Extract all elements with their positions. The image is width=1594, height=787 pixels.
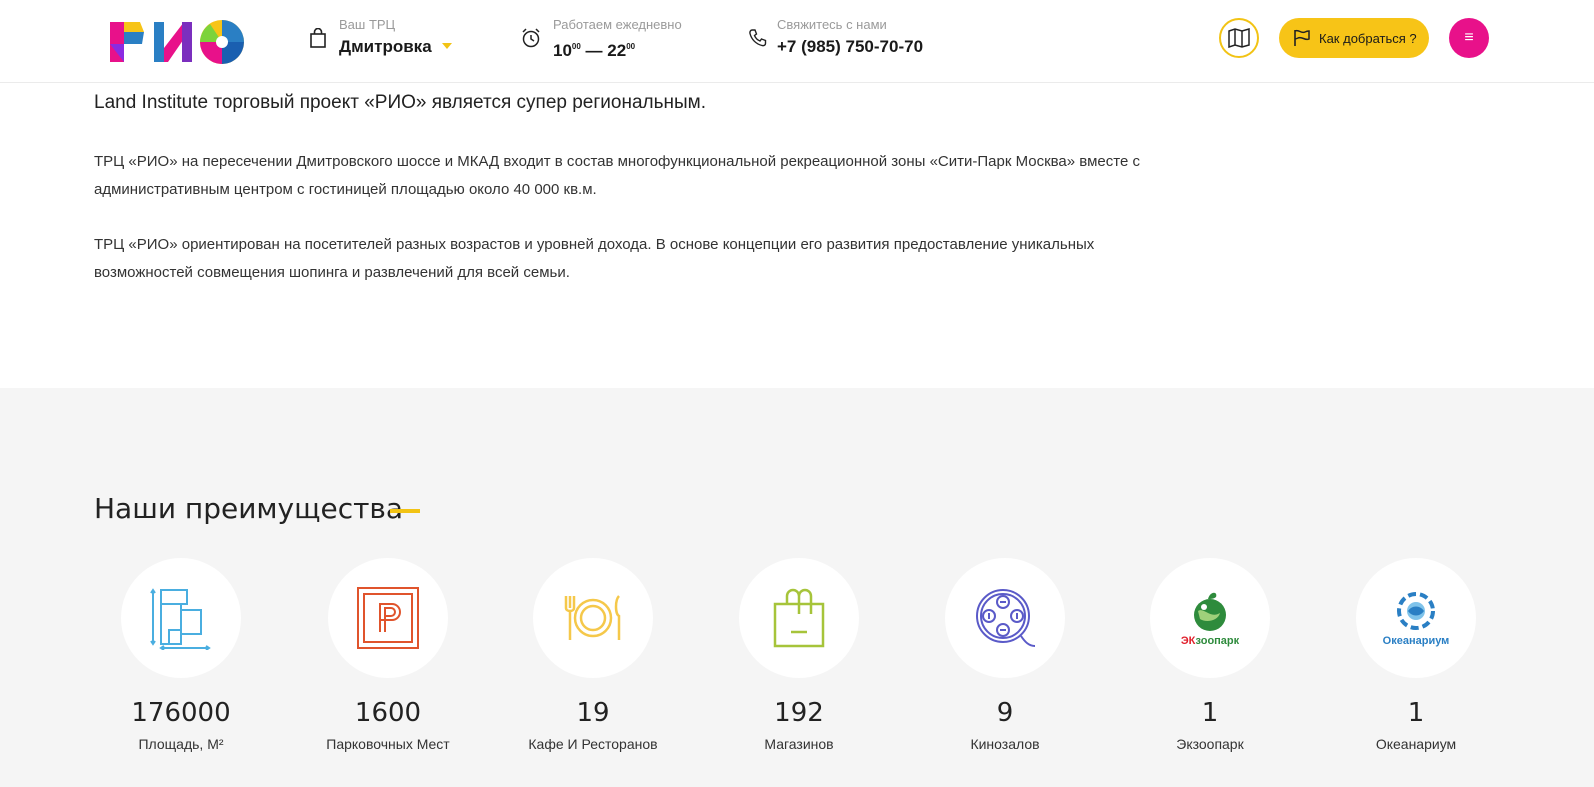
globe-animals-icon bbox=[1194, 592, 1226, 631]
stat-area: 176000 Площадь, М² bbox=[81, 558, 281, 752]
stat-label: Площадь, М² bbox=[138, 736, 224, 752]
stat-value: 1 bbox=[1407, 698, 1425, 728]
directions-button[interactable]: Как добраться ? bbox=[1279, 18, 1429, 58]
paragraph-2: ТРЦ «РИО» ориентирован на посетителей ра… bbox=[94, 236, 1095, 281]
stat-label: Океанариум bbox=[1375, 736, 1457, 752]
shopping-bag-icon bbox=[310, 28, 326, 48]
stat-value: 1600 bbox=[354, 698, 422, 728]
mall-name: Дмитровка bbox=[339, 37, 432, 56]
stat-ekzoopark: ЭКзоопарк 1 Экзоопарк bbox=[1110, 558, 1310, 752]
alarm-clock-icon bbox=[522, 28, 540, 48]
stat-label: Кинозалов bbox=[970, 736, 1040, 752]
hours-label: Работаем ежедневно bbox=[553, 17, 682, 32]
stat-label: Парковочных Мест bbox=[326, 736, 450, 752]
stat-cinemas: 9 Кинозалов bbox=[905, 558, 1105, 752]
title-accent-dash bbox=[390, 509, 420, 513]
stat-label: Магазинов bbox=[764, 736, 834, 752]
phone-number[interactable]: +7 (985) 750-70-70 bbox=[777, 34, 923, 60]
rio-logo[interactable] bbox=[110, 18, 246, 66]
parking-icon bbox=[357, 587, 419, 649]
map-icon bbox=[1228, 28, 1250, 48]
stat-oceanarium: Океанариум 1 Океанариум bbox=[1316, 558, 1516, 752]
map-button[interactable] bbox=[1219, 18, 1259, 58]
advantages-section: Наши преимущества 176000 Площадь, М² 160… bbox=[0, 388, 1594, 787]
area-plan-icon bbox=[150, 588, 211, 650]
flag-icon bbox=[1294, 29, 1310, 46]
hours-value: 1000 — 2200 bbox=[553, 41, 636, 60]
stat-cafes: 19 Кафе И Ресторанов bbox=[493, 558, 693, 752]
phone-icon bbox=[749, 29, 767, 47]
working-hours: Работаем ежедневно 1000 — 2200 bbox=[553, 16, 682, 64]
chevron-down-icon bbox=[441, 42, 452, 49]
site-header: Ваш ТРЦ Дмитровка Работаем ежедневно 100… bbox=[0, 0, 1594, 83]
contact-block: Свяжитесь с нами +7 (985) 750-70-70 bbox=[777, 16, 923, 60]
stat-value: 1 bbox=[1201, 698, 1219, 728]
stat-label: Кафе И Ресторанов bbox=[528, 736, 658, 752]
hamburger-icon: ≡ bbox=[1464, 29, 1474, 46]
sea-globe-icon bbox=[1397, 592, 1435, 630]
lead-text: Land Institute торговый проект «РИО» явл… bbox=[94, 92, 707, 113]
stat-value: 176000 bbox=[131, 698, 231, 728]
menu-button[interactable]: ≡ bbox=[1449, 18, 1489, 58]
stat-value: 19 bbox=[576, 698, 610, 728]
shopping-bag-icon bbox=[773, 588, 825, 648]
ekzoopark-logo-text: ЭКзоопарк bbox=[1180, 635, 1240, 647]
contact-label: Свяжитесь с нами bbox=[777, 17, 887, 32]
section-title: Наши преимущества bbox=[94, 492, 404, 525]
cutlery-plate-icon bbox=[564, 595, 621, 640]
mall-label: Ваш ТРЦ bbox=[339, 17, 396, 32]
stat-value: 9 bbox=[996, 698, 1014, 728]
oceanarium-logo-text: Океанариум bbox=[1382, 635, 1450, 647]
mall-selector[interactable]: Ваш ТРЦ Дмитровка bbox=[339, 16, 452, 60]
stat-label: Экзоопарк bbox=[1176, 736, 1244, 752]
stat-parking: 1600 Парковочных Мест bbox=[288, 558, 488, 752]
directions-label: Как добраться ? bbox=[1319, 30, 1417, 46]
stat-shops: 192 Магазинов bbox=[699, 558, 899, 752]
stat-value: 192 bbox=[774, 698, 824, 728]
ekzoopark-logo: ЭКзоопарк bbox=[1181, 589, 1239, 647]
oceanarium-logo: Океанариум bbox=[1382, 589, 1450, 647]
paragraph-1: ТРЦ «РИО» на пересечении Дмитровского шо… bbox=[94, 153, 1140, 198]
film-reel-icon bbox=[976, 589, 1036, 647]
